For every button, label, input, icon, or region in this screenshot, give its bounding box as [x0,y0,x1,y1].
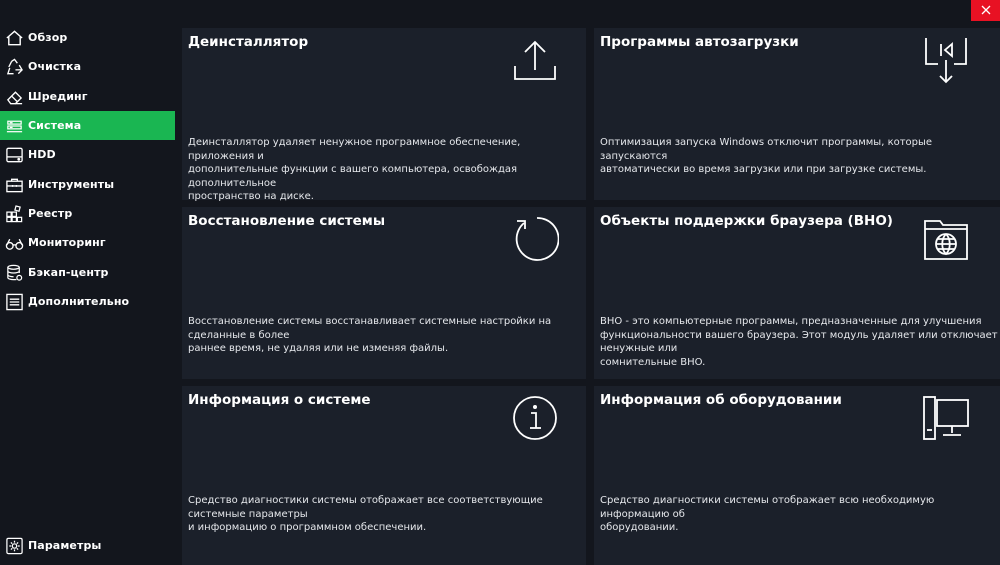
sidebar-item-monitoring[interactable]: Мониторинг [0,228,175,257]
app-window: Обзор Очистка Шрединг Система HDD Инстру… [0,0,1000,565]
binoculars-icon [5,233,24,252]
card-title: Программы автозагрузки [600,34,799,50]
card-description: Средство диагностики системы отображает … [188,495,543,533]
sidebar-item-cleanup[interactable]: Очистка [0,52,175,81]
sidebar-item-settings[interactable]: Параметры [0,531,175,560]
card-description: Оптимизация запуска Windows отключит про… [600,137,933,175]
card-description: Восстановление системы восстанавливает с… [188,316,552,354]
card-title: Деинсталлятор [188,34,309,50]
sidebar-item-overview[interactable]: Обзор [0,23,175,52]
recycle-icon [5,57,24,76]
card-description: Средство диагностики системы отображает … [600,495,935,533]
home-icon [5,28,24,47]
system-icon [5,116,24,135]
sidebar-item-hdd[interactable]: HDD [0,140,175,169]
restore-icon [511,215,559,263]
sidebar-item-tools[interactable]: Инструменты [0,170,175,199]
close-button[interactable] [971,0,1000,21]
card-system-restore[interactable]: Восстановление системы Восстановление си… [182,207,586,379]
info-icon [511,394,559,442]
card-title: Информация об оборудовании [600,392,842,408]
sidebar-item-backup[interactable]: Бэкап-центр [0,258,175,287]
sidebar-item-advanced[interactable]: Дополнительно [0,287,175,316]
gear-icon [5,536,24,555]
startup-icon [922,36,970,84]
card-description: Деинсталлятор удаляет ненужное программн… [188,137,521,202]
card-hardware-information[interactable]: Информация об оборудовании Средство диаг… [594,386,1000,565]
card-system-information[interactable]: Информация о системе Средство диагностик… [182,386,586,565]
card-startup-programs[interactable]: Программы автозагрузки Оптимизация запус… [594,28,1000,200]
sidebar-item-registry[interactable]: Реестр [0,199,175,228]
computer-icon [922,394,970,442]
card-uninstaller[interactable]: Деинсталлятор Деинсталлятор удаляет нену… [182,28,586,202]
card-title: Объекты поддержки браузера (BHO) [600,213,893,229]
eraser-icon [5,87,24,106]
upload-icon [511,36,559,84]
sidebar-item-shredding[interactable]: Шрединг [0,82,175,111]
browser-globe-icon [922,215,970,263]
list-icon [5,292,24,311]
card-title: Информация о системе [188,392,371,408]
sidebar: Обзор Очистка Шрединг Система HDD Инстру… [0,0,175,565]
sidebar-item-system[interactable]: Система [0,111,175,140]
toolbox-icon [5,175,24,194]
hdd-icon [5,145,24,164]
card-description: BHO - это компьютерные программы, предна… [600,316,998,368]
database-icon [5,263,24,282]
registry-icon [5,204,24,223]
card-title: Восстановление системы [188,213,386,229]
card-browser-helper-objects[interactable]: Объекты поддержки браузера (BHO) BHO - э… [594,207,1000,379]
close-icon [981,2,991,20]
